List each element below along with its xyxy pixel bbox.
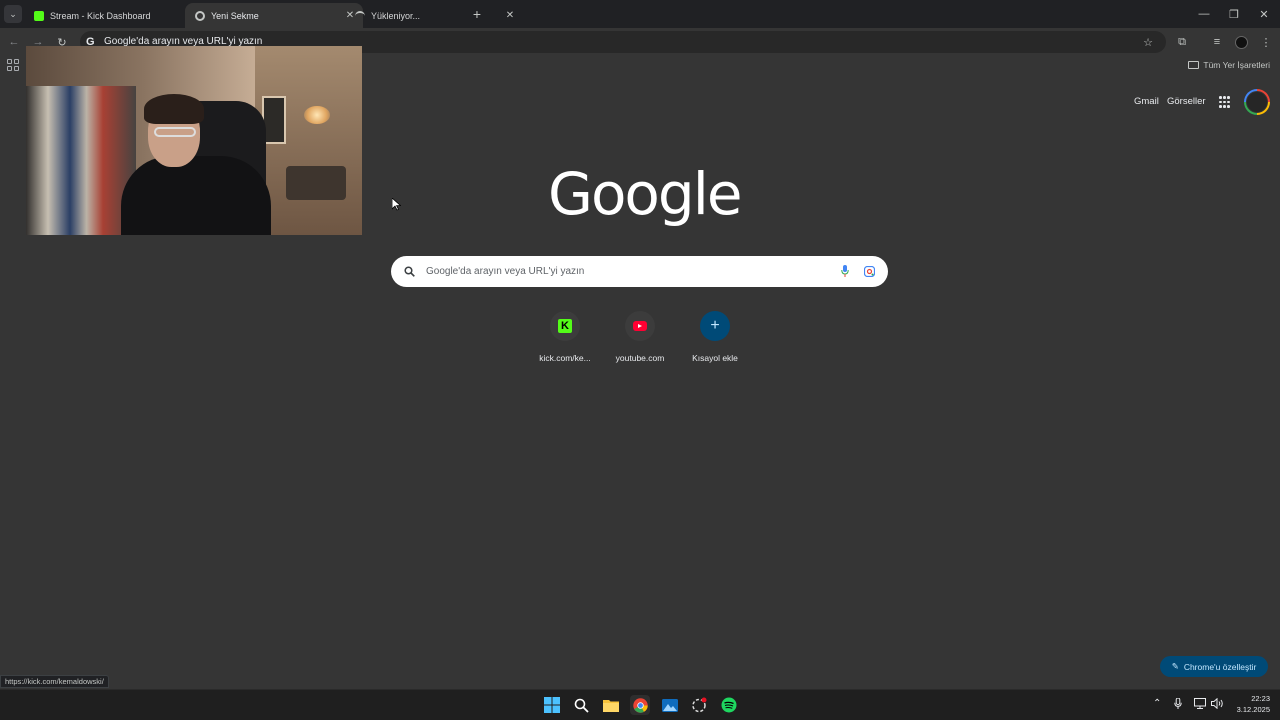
loading-icon [355,10,365,21]
tab-new-tab[interactable]: Yeni Sekme ✕ [185,3,363,28]
kick-icon: K [550,311,580,341]
customize-chrome-button[interactable]: ✎ Chrome'u özelleştir [1160,656,1268,677]
tab-kick-dashboard[interactable]: Stream - Kick Dashboard ✕ [24,3,202,28]
profile-avatar[interactable] [1233,34,1249,50]
pencil-icon: ✎ [1171,661,1179,671]
google-lens-icon[interactable] [862,264,876,278]
microphone-icon[interactable] [1174,697,1182,712]
shortcut-label: Kısayol ekle [692,353,738,363]
google-logo: Google [548,160,743,228]
google-account-avatar[interactable] [1244,89,1270,115]
shortcut-label: youtube.com [615,353,665,363]
close-window-button[interactable]: ✕ [1256,6,1272,22]
app-icon[interactable] [689,695,709,715]
tab-loading[interactable]: Yükleniyor... ✕ [345,3,523,28]
clock-date: 3.12.2025 [1236,705,1270,714]
search-box[interactable]: Google'da arayın veya URL'yi yazın [391,256,888,287]
gmail-link[interactable]: Gmail [1134,96,1159,107]
clock-time: 22:23 [1251,694,1270,703]
shortcut-label: kick.com/ke... [539,353,591,363]
search-icon [402,264,416,278]
tab-title: Yeni Sekme [211,10,259,21]
search-icon[interactable] [571,695,591,715]
menu-icon[interactable]: ⋮ [1258,34,1274,50]
google-apps-icon[interactable] [1219,96,1231,108]
shortcut-kick[interactable]: K kick.com/ke... [529,311,601,363]
tab-title: Stream - Kick Dashboard [50,10,151,21]
all-bookmarks-button[interactable]: Tüm Yer İşaretleri [1188,60,1270,70]
status-url-bubble: https://kick.com/kemaldowski/ [0,675,109,688]
photos-icon[interactable] [660,695,680,715]
media-control-icon[interactable]: ≡ [1209,34,1225,50]
extensions-icon[interactable]: ⧉ [1174,34,1190,50]
chevron-up-icon[interactable]: ⌃ [1153,698,1161,709]
customize-label: Chrome'u özelleştir [1183,661,1257,672]
system-clock[interactable]: 22:23 3.12.2025 [1230,693,1270,715]
back-button[interactable]: ← [6,34,22,50]
start-button[interactable] [542,695,562,715]
folder-icon [1188,61,1200,69]
add-shortcut-button[interactable]: + Kısayol ekle [679,311,751,363]
shortcut-youtube[interactable]: youtube.com [604,311,676,363]
all-bookmarks-label: Tüm Yer İşaretleri [1203,60,1270,70]
images-link[interactable]: Görseller [1167,96,1206,107]
voice-search-icon[interactable] [838,264,852,278]
spotify-icon[interactable] [719,695,739,715]
chrome-icon [195,10,205,21]
plus-icon: + [700,311,730,341]
restore-button[interactable]: ❐ [1226,6,1242,22]
chrome-icon[interactable] [630,695,650,715]
file-explorer-icon[interactable] [601,695,621,715]
network-icon[interactable] [1194,698,1206,712]
tab-search-button[interactable]: ⌄ [4,5,22,23]
close-icon[interactable]: ✕ [503,9,517,23]
minimize-button[interactable]: — [1196,6,1212,22]
new-tab-button[interactable]: + [469,6,485,22]
mouse-cursor [391,197,402,216]
search-input[interactable]: Google'da arayın veya URL'yi yazın [426,266,584,277]
apps-icon[interactable] [7,59,19,71]
kick-icon [34,10,44,21]
webcam-overlay [26,46,362,235]
bookmark-star-icon[interactable]: ☆ [1140,34,1156,50]
volume-icon[interactable] [1211,697,1224,712]
youtube-icon [625,311,655,341]
